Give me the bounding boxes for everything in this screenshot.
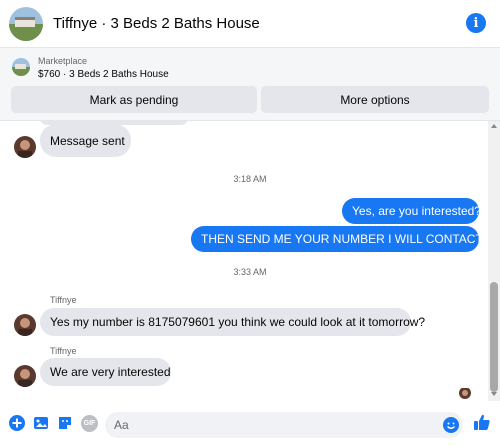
listing-price-title[interactable]: $760 · 3 Beds 2 Baths House (38, 69, 169, 80)
avatar[interactable] (14, 314, 36, 336)
marketplace-listing-panel: Marketplace $760 · 3 Beds 2 Baths House … (0, 47, 500, 121)
message-input[interactable]: Aa (105, 412, 463, 438)
info-icon[interactable]: i (466, 13, 486, 33)
message-composer: GIF Aa (0, 401, 500, 446)
timestamp: 3:33 AM (233, 267, 267, 277)
listing-small-thumbnail (12, 58, 30, 76)
sender-name: Tiffnye (50, 346, 77, 356)
emoji-icon[interactable] (443, 417, 459, 433)
message-thread[interactable]: Message sent 3:18 AM Yes, are you intere… (0, 121, 500, 401)
scroll-down-arrow[interactable] (491, 392, 497, 396)
thumbs-up-icon[interactable] (473, 413, 491, 431)
message-text: THEN SEND ME YOUR NUMBER I WILL CONTACT … (201, 232, 500, 246)
message-input-placeholder: Aa (114, 418, 129, 432)
timestamp: 3:18 AM (233, 174, 267, 184)
listing-thumbnail[interactable] (9, 6, 43, 41)
gif-icon[interactable]: GIF (81, 415, 98, 432)
chat-title[interactable]: Tiffnye · 3 Beds 2 Baths House (53, 15, 260, 32)
avatar[interactable] (14, 365, 36, 387)
message-bubble-incoming[interactable]: We are very interested (40, 358, 171, 386)
gif-label: GIF (83, 420, 96, 427)
more-options-button[interactable]: More options (261, 86, 489, 113)
sticker-icon[interactable] (57, 415, 73, 431)
scrollbar-thumb[interactable] (490, 282, 498, 392)
read-receipt-avatar (459, 387, 471, 399)
chat-header: Tiffnye · 3 Beds 2 Baths House (0, 0, 500, 47)
message-text: Yes my number is 8175079601 you think we… (50, 315, 426, 329)
avatar[interactable] (14, 136, 36, 158)
sender-name: Tiffnye (50, 295, 77, 305)
message-bubble-outgoing[interactable]: Yes, are you interested? (342, 198, 481, 224)
listing-category: Marketplace (38, 56, 88, 66)
message-bubble-incoming[interactable]: Message sent (40, 124, 131, 157)
message-text: Message sent (50, 133, 125, 148)
photo-icon[interactable] (33, 415, 49, 431)
message-text: We are very interested (50, 365, 171, 379)
scroll-up-arrow[interactable] (491, 124, 497, 128)
message-bubble-outgoing[interactable]: THEN SEND ME YOUR NUMBER I WILL CONTACT … (191, 226, 500, 252)
message-bubble-incoming[interactable]: Yes my number is 8175079601 you think we… (40, 308, 425, 336)
mark-as-pending-button[interactable]: Mark as pending (11, 86, 257, 113)
message-text: Yes, are you interested? (352, 204, 481, 218)
plus-icon[interactable] (9, 415, 25, 431)
